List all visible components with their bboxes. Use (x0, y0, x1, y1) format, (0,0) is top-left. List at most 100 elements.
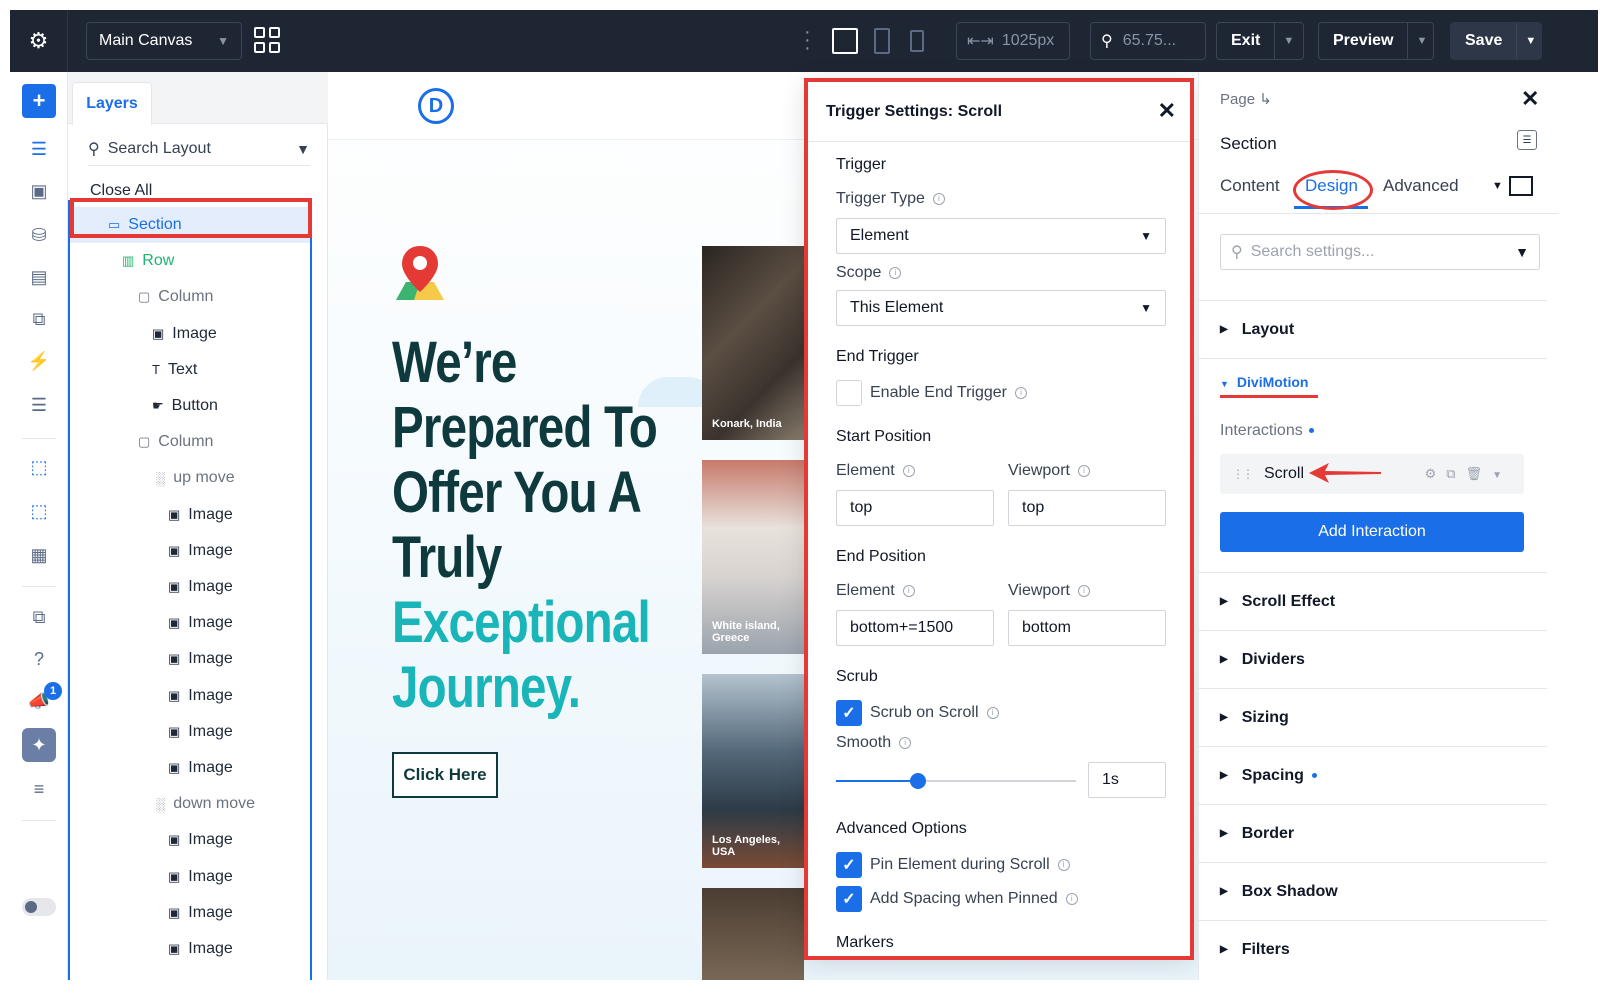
enable-end-trigger-checkbox[interactable] (836, 380, 862, 406)
close-icon[interactable]: ✕ (1521, 86, 1539, 112)
grid-view-icon[interactable] (254, 27, 280, 53)
phone-view-icon[interactable] (910, 30, 924, 52)
chevron-down-icon[interactable]: ▼ (1492, 470, 1512, 481)
lightning-icon[interactable]: ⚡ (24, 346, 54, 376)
start-element-input[interactable]: top (836, 490, 994, 526)
page-icon[interactable]: ▣ (24, 176, 54, 206)
exit-button[interactable]: Exit ▼ (1216, 22, 1304, 60)
accordion-sizing[interactable]: ▶ Sizing (1199, 688, 1547, 746)
site-logo[interactable]: D (418, 88, 454, 124)
layer-item-image[interactable]: ▣ Image (168, 753, 233, 783)
layer-item-image[interactable]: ▣ Image (168, 644, 233, 674)
accordion-scroll-effect[interactable]: ▶ Scroll Effect (1199, 572, 1547, 630)
settings-list-icon[interactable]: ☰ (24, 390, 54, 420)
divimotion-heading[interactable]: ▼ DiviMotion (1220, 374, 1308, 390)
layer-item-column[interactable]: ▢ Column (138, 427, 213, 457)
photo-los-angeles[interactable]: Los Angeles, USA (702, 674, 804, 868)
smooth-value-input[interactable]: 1s (1088, 762, 1166, 798)
layer-item-image[interactable]: ▣ Image (168, 500, 233, 530)
duplicate-icon[interactable]: ⧉ (1446, 466, 1465, 481)
drag-handle-icon[interactable]: ⋮⋮ (1232, 467, 1254, 481)
photo-ruins[interactable] (702, 888, 804, 980)
smooth-slider[interactable] (836, 773, 1076, 789)
info-icon[interactable]: i (1077, 584, 1090, 597)
accordion-border[interactable]: ▶ Border (1199, 804, 1547, 862)
tab-content[interactable]: Content (1220, 176, 1280, 196)
tab-advanced[interactable]: Advanced (1383, 176, 1459, 196)
database-icon[interactable]: ⛁ (24, 220, 54, 250)
layer-item-image[interactable]: ▣ Image (168, 825, 233, 855)
layer-item-image[interactable]: ▣ Image (168, 572, 233, 602)
add-interaction-button[interactable]: Add Interaction (1220, 512, 1524, 552)
info-icon[interactable]: i (1077, 464, 1090, 477)
trash-icon[interactable]: 🗑 (1466, 466, 1493, 481)
layer-item-image[interactable]: ▣ Image (152, 319, 217, 349)
layer-item-image[interactable]: ▣ Image (168, 608, 233, 638)
click-here-button[interactable]: Click Here (392, 752, 498, 798)
accordion-filters[interactable]: ▶ Filters (1199, 920, 1547, 978)
help-icon[interactable]: ? (24, 644, 54, 674)
layers-icon[interactable]: ☰ (24, 134, 54, 164)
end-viewport-input[interactable]: bottom (1008, 610, 1166, 646)
save-dropdown-icon[interactable]: ▼ (1516, 23, 1544, 59)
layer-item-image[interactable]: ▣ Image (168, 717, 233, 747)
form-icon[interactable]: ▤ (24, 262, 54, 292)
accordion-dividers[interactable]: ▶ Dividers (1199, 630, 1547, 688)
layer-item-column[interactable]: ▢ Column (138, 282, 213, 312)
info-icon[interactable]: i (902, 464, 915, 477)
accordion-layout[interactable]: ▶ Layout (1199, 300, 1547, 358)
preview-button[interactable]: Preview ▼ (1318, 22, 1434, 60)
zoom-field[interactable]: ⚲ 65.75... (1090, 22, 1206, 60)
layer-item-text[interactable]: T Text (152, 355, 197, 385)
photo-konark[interactable]: Konark, India (702, 246, 804, 440)
select-cursor-icon[interactable]: ⬚ (24, 452, 54, 482)
layer-item-image[interactable]: ▣ Image (168, 862, 233, 892)
gear-icon[interactable]: ⚙ (1425, 466, 1447, 481)
copy-icon[interactable]: ⧉ (24, 304, 54, 334)
add-element-icon[interactable]: + (22, 84, 56, 118)
multi-select-icon[interactable]: ⬚ (24, 496, 54, 526)
tab-layers[interactable]: Layers (72, 82, 152, 125)
template-icon[interactable]: ▦ (24, 540, 54, 570)
close-icon[interactable]: ✕ (1158, 98, 1176, 124)
layer-item-group[interactable]: ░ down move (156, 789, 255, 819)
filter-icon[interactable]: ▼ (1515, 244, 1529, 260)
trigger-type-select[interactable]: Element ▼ (836, 218, 1166, 254)
windows-icon[interactable]: ⧉ (24, 602, 54, 632)
settings-gear-icon[interactable]: ⚙ (10, 10, 68, 72)
add-spacing-checkbox[interactable]: ✓ (836, 886, 862, 912)
theme-toggle[interactable] (22, 898, 56, 916)
breadcrumb[interactable]: Page ↳ (1220, 90, 1272, 108)
toggle-view-icon[interactable]: ☰ (1517, 130, 1537, 150)
info-icon[interactable]: i (889, 266, 902, 279)
info-icon[interactable]: i (899, 736, 912, 749)
tablet-view-icon[interactable] (874, 28, 890, 54)
layer-item-image[interactable]: ▣ Image (168, 934, 233, 964)
smooth-slider-thumb[interactable] (909, 773, 926, 789)
settings-search-input[interactable]: ⚲ Search settings... ▼ (1220, 234, 1540, 270)
pin-element-checkbox[interactable]: ✓ (836, 852, 862, 878)
layer-item-image[interactable]: ▣ Image (168, 536, 233, 566)
layer-item-image[interactable]: ▣ Image (168, 681, 233, 711)
layers-search[interactable]: ⚲ Search Layout ▼ (88, 132, 310, 166)
info-icon[interactable]: i (902, 584, 915, 597)
end-element-input[interactable]: bottom+=1500 (836, 610, 994, 646)
info-icon[interactable]: i (1057, 858, 1070, 871)
exit-dropdown-icon[interactable]: ▼ (1274, 23, 1302, 59)
more-vertical-icon[interactable]: · · · (804, 22, 811, 58)
ai-assistant-icon[interactable]: ✦ (22, 728, 56, 762)
layer-item-row[interactable]: ▥ Row (122, 246, 174, 276)
scrub-on-scroll-checkbox[interactable]: ✓ (836, 700, 862, 726)
info-icon[interactable]: i (986, 706, 999, 719)
layer-item-group[interactable]: ░ up move (156, 463, 235, 493)
scope-select[interactable]: This Element ▼ (836, 290, 1166, 326)
chevron-down-icon[interactable]: ▼ (1492, 180, 1503, 192)
layer-item-button[interactable]: ☛ Button (152, 391, 218, 421)
filter-icon[interactable]: ▼ (296, 141, 310, 157)
accordion-spacing[interactable]: ▶ Spacing (1199, 746, 1547, 804)
layer-item-image[interactable]: ▣ Image (168, 898, 233, 928)
info-icon[interactable]: i (1065, 892, 1078, 905)
view-mode-icon[interactable] (1509, 176, 1533, 196)
info-icon[interactable]: i (932, 192, 945, 205)
canvas-selector[interactable]: Main Canvas ▼ (86, 22, 242, 60)
